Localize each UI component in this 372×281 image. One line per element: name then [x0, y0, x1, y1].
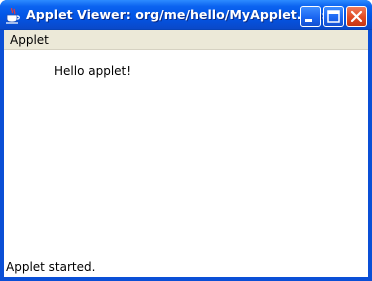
java-cup-icon[interactable]	[6, 7, 20, 24]
status-text: Applet started.	[6, 260, 96, 274]
window-client-area: Applet Hello applet! Applet started.	[4, 30, 368, 277]
applet-canvas[interactable]: Hello applet!	[4, 50, 368, 257]
minimize-icon	[305, 19, 312, 22]
close-icon	[350, 10, 363, 23]
applet-message: Hello applet!	[54, 64, 132, 78]
close-button[interactable]	[346, 6, 367, 27]
menu-bar: Applet	[4, 30, 368, 50]
status-bar: Applet started.	[4, 257, 368, 277]
title-bar[interactable]: Applet Viewer: org/me/hello/MyApplet.cla…	[0, 0, 372, 30]
minimize-button[interactable]	[300, 6, 321, 27]
window-title: Applet Viewer: org/me/hello/MyApplet.cla…	[26, 7, 337, 22]
applet-viewer-window: Applet Viewer: org/me/hello/MyApplet.cla…	[0, 0, 372, 281]
menu-applet[interactable]: Applet	[10, 32, 49, 48]
maximize-button[interactable]	[323, 6, 344, 27]
maximize-icon	[327, 10, 340, 23]
